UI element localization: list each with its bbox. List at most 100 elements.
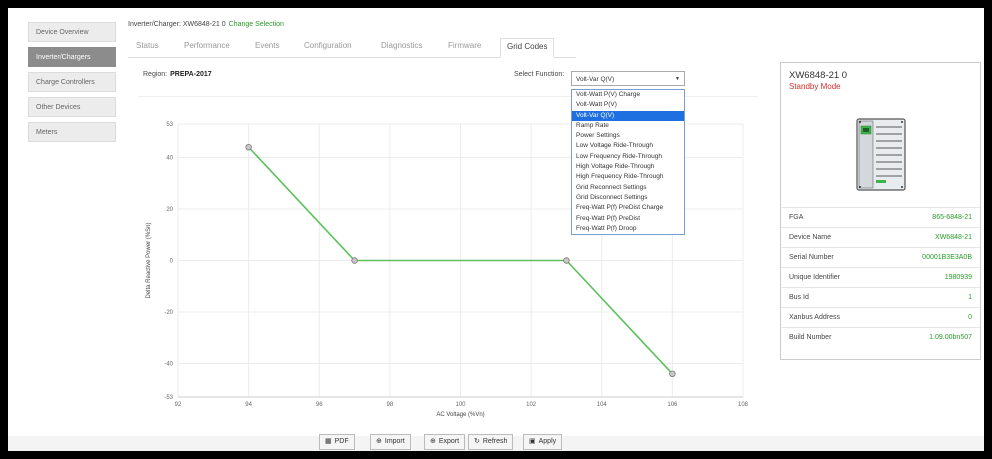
region-value: PREPA-2017 [170, 71, 212, 78]
property-value: 1980939 [944, 274, 972, 281]
data-point [563, 257, 570, 264]
dropdown-option[interactable]: Low Frequency Ride-Through [572, 152, 684, 162]
x-tick-label: 92 [175, 402, 182, 408]
property-row-build-number: Build Number 1.09.00bn507 [781, 327, 980, 348]
import-button[interactable]: ⊕ Import [370, 434, 411, 450]
sidebar: Device Overview Inverter/Chargers Charge… [28, 22, 116, 147]
dropdown-option[interactable]: High Frequency Ride-Through [572, 172, 684, 182]
property-row-serial-number: Serial Number 00001B3E3A0B [781, 247, 980, 268]
refresh-button[interactable]: ↻ Refresh [468, 434, 514, 450]
tab-events[interactable]: Events [255, 41, 279, 50]
dropdown-option[interactable]: Freq-Watt P(f) Droop [572, 224, 684, 234]
x-tick-label: 100 [455, 402, 466, 408]
export-icon: ⊕ [430, 438, 436, 445]
refresh-button-label: Refresh [482, 438, 508, 445]
import-icon: ⊕ [376, 438, 382, 445]
dropdown-option[interactable]: Freq-Watt P(f) PreDist Charge [572, 203, 684, 213]
device-mode-status: Standby Mode [789, 82, 841, 91]
region-display: Region: PREPA-2017 [143, 71, 212, 78]
select-function-label: Select Function: [514, 71, 565, 78]
property-value: 865-6848-21 [932, 214, 972, 221]
y-tick-label: -53 [164, 395, 173, 401]
data-point [351, 257, 358, 264]
x-tick-label: 104 [597, 402, 608, 408]
app-window: Device Overview Inverter/Chargers Charge… [8, 8, 984, 451]
tab-firmware[interactable]: Firmware [448, 41, 481, 50]
x-tick-label: 106 [667, 402, 678, 408]
x-tick-label: 98 [387, 402, 394, 408]
property-value: 1.09.00bn507 [929, 334, 972, 341]
save-icon: ▣ [529, 438, 536, 445]
x-tick-label: 102 [526, 402, 537, 408]
y-tick-label: 40 [166, 155, 173, 161]
import-button-label: Import [384, 438, 405, 445]
inverter-device-image [856, 118, 906, 191]
change-selection-link[interactable]: Change Selection [229, 21, 284, 28]
dropdown-option[interactable]: Volt-Watt P(V) Charge [572, 90, 684, 100]
property-row-unique-identifier: Unique Identifier 1980939 [781, 267, 980, 288]
device-info-panel: XW6848-21 0 Standby Mode FGA 865-6848-21 … [780, 62, 981, 360]
pdf-button-label: PDF [334, 438, 349, 445]
dropdown-option[interactable]: Volt-Watt P(V) [572, 100, 684, 110]
property-key: FGA [789, 214, 804, 221]
property-row-device-name: Device Name XW6848-21 [781, 227, 980, 248]
property-key: Device Name [789, 234, 832, 241]
property-value: 00001B3E3A0B [922, 254, 972, 261]
property-key: Bus Id [789, 294, 809, 301]
sidebar-item-other-devices[interactable]: Other Devices [28, 97, 116, 117]
dropdown-option[interactable]: Low Voltage Ride-Through [572, 141, 684, 151]
function-select-value: Volt-Var Q(V) [576, 76, 615, 83]
device-title: XW6848-21 0 [789, 70, 848, 81]
data-point [245, 143, 252, 151]
sidebar-item-device-overview[interactable]: Device Overview [28, 22, 116, 42]
y-axis-label: Delta Reactive Power (%Sn) [146, 222, 152, 298]
x-tick-label: 96 [316, 402, 323, 408]
dropdown-option[interactable]: Grid Disconnect Settings [572, 193, 684, 203]
export-button-label: Export [438, 438, 460, 445]
tab-diagnostics[interactable]: Diagnostics [381, 41, 422, 50]
function-select[interactable]: Volt-Var Q(V) ▼ [571, 71, 685, 86]
x-axis-label: AC Voltage (%Vn) [436, 412, 484, 418]
property-row-bus-id: Bus Id 1 [781, 287, 980, 308]
data-point [669, 370, 676, 378]
property-key: Build Number [789, 334, 832, 341]
refresh-icon: ↻ [474, 438, 480, 445]
y-tick-label: -20 [164, 310, 173, 316]
property-key: Unique Identifier [789, 274, 840, 281]
pdf-button[interactable]: ▦ PDF [319, 434, 355, 450]
apply-button[interactable]: ▣ Apply [523, 434, 563, 450]
tab-performance[interactable]: Performance [184, 41, 230, 50]
property-value: XW6848-21 [935, 234, 972, 241]
y-tick-label: 0 [170, 259, 174, 265]
selection-text: Inverter/Charger: XW6848-21 0 [128, 21, 226, 28]
property-key: Serial Number [789, 254, 834, 261]
export-button[interactable]: ⊕ Export [424, 434, 466, 450]
tab-status[interactable]: Status [136, 41, 159, 50]
dropdown-option[interactable]: High Voltage Ride-Through [572, 162, 684, 172]
pdf-icon: ▦ [325, 438, 332, 445]
tab-configuration[interactable]: Configuration [304, 41, 352, 50]
dropdown-option[interactable]: Power Settings [572, 131, 684, 141]
property-key: Xanbus Address [789, 314, 840, 321]
dropdown-option[interactable]: Grid Reconnect Settings [572, 183, 684, 193]
y-tick-label: -40 [164, 362, 173, 368]
function-dropdown-list: Volt-Watt P(V) Charge Volt-Watt P(V) Vol… [571, 89, 685, 236]
dropdown-option-selected[interactable]: Volt-Var Q(V) [572, 110, 684, 121]
dropdown-option[interactable]: Freq-Watt P(f) PreDist [572, 214, 684, 224]
tab-grid-codes[interactable]: Grid Codes [500, 38, 555, 58]
tab-bar: Status Performance Events Configuration … [128, 36, 576, 58]
device-selection: Inverter/Charger: XW6848-21 0 Change Sele… [128, 21, 284, 28]
dropdown-option[interactable]: Ramp Rate [572, 121, 684, 131]
sidebar-item-inverter-chargers[interactable]: Inverter/Chargers [28, 47, 116, 67]
x-tick-label: 108 [738, 402, 749, 408]
property-row-fga: FGA 865-6848-21 [781, 207, 980, 228]
sidebar-item-charge-controllers[interactable]: Charge Controllers [28, 72, 116, 92]
property-row-xanbus-address: Xanbus Address 0 [781, 307, 980, 328]
region-label: Region: [143, 71, 168, 78]
x-tick-label: 94 [245, 402, 252, 408]
apply-button-label: Apply [538, 438, 557, 445]
property-value: 0 [968, 314, 972, 321]
y-tick-label: 20 [166, 207, 173, 213]
sidebar-item-meters[interactable]: Meters [28, 122, 116, 142]
y-tick-label: 53 [166, 122, 173, 128]
